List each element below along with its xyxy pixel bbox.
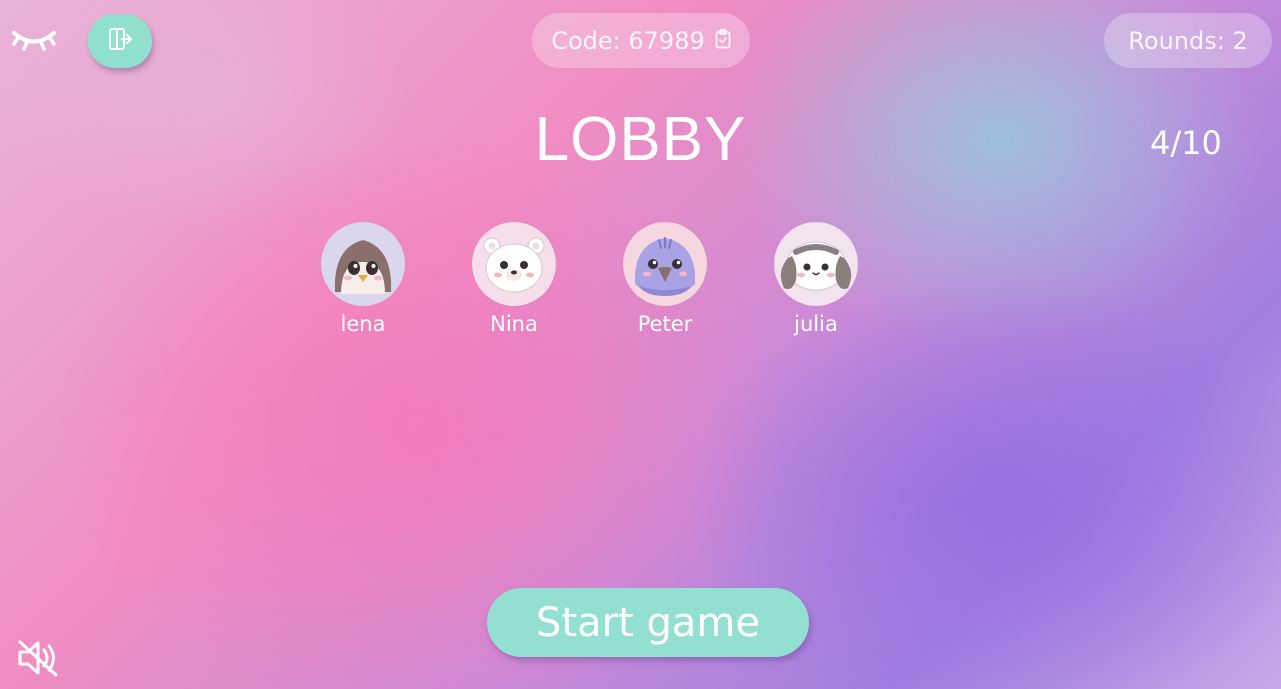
muted-speaker-icon[interactable] xyxy=(16,638,60,678)
player-name: lena xyxy=(340,312,386,336)
door-exit-icon xyxy=(107,26,133,56)
start-game-button[interactable]: Start game xyxy=(487,588,809,657)
player-card: Nina xyxy=(454,222,574,336)
player-name: Peter xyxy=(637,312,693,336)
page-title: LOBBY xyxy=(534,105,747,174)
player-count: 4/10 xyxy=(1150,124,1222,162)
rounds-label: Rounds: 2 xyxy=(1128,26,1248,55)
closed-eye-icon[interactable] xyxy=(10,24,58,54)
clipboard-icon[interactable] xyxy=(715,27,731,55)
penguin-avatar xyxy=(321,222,405,306)
player-card: lena xyxy=(303,222,423,336)
player-name: julia xyxy=(794,312,838,336)
polar-bear-avatar xyxy=(472,222,556,306)
player-card: Peter xyxy=(605,222,725,336)
player-name: Nina xyxy=(490,312,538,336)
room-code-badge[interactable]: Code: 67989 xyxy=(532,13,750,68)
rounds-badge: Rounds: 2 xyxy=(1104,13,1272,68)
leave-lobby-button[interactable] xyxy=(88,14,152,68)
player-list: lena Nina Peter julia xyxy=(0,222,1281,352)
bunny-avatar xyxy=(774,222,858,306)
bird-avatar xyxy=(623,222,707,306)
player-card: julia xyxy=(756,222,876,336)
room-code-label: Code: 67989 xyxy=(551,26,705,55)
